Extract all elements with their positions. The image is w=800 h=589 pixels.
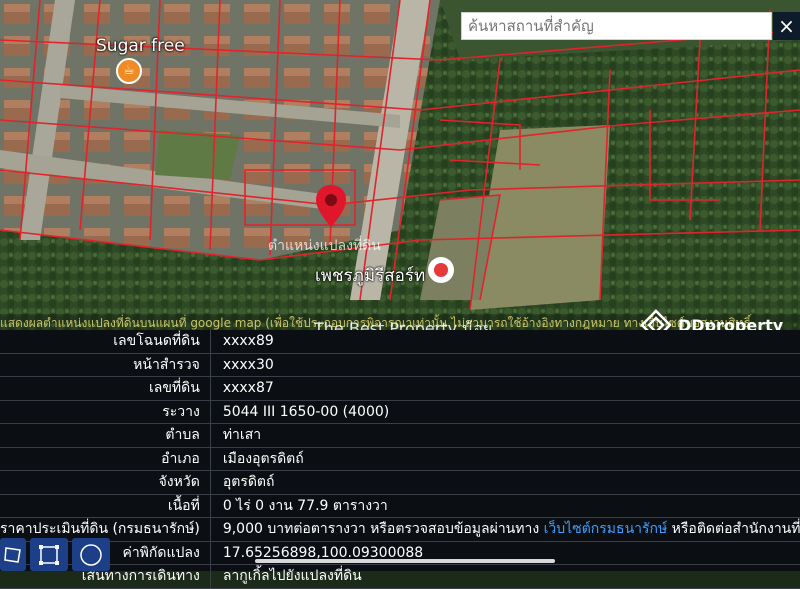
table-row: หน้าสำรวจ xxxx30 (0, 353, 800, 377)
circle-tool-button[interactable] (72, 538, 110, 571)
parcel-location-label: ตำแหน่งแปลงที่ดิน (268, 238, 381, 254)
drawing-toolbar (0, 538, 110, 571)
brand-name: DDproperty (678, 315, 784, 331)
info-value: 9,000 บาทต่อตารางวา หรือตรวจสอบข้อมูลผ่า… (210, 517, 800, 542)
hotel-icon[interactable] (428, 257, 454, 283)
ddproperty-logo-icon (640, 309, 672, 330)
table-row: เนื้อที่ 0 ไร่ 0 งาน 77.9 ตารางวา (0, 494, 800, 518)
info-label: ระวาง (0, 400, 211, 424)
rectangle-tool-button[interactable] (30, 538, 68, 571)
table-row: อำเภอ เมืองอุตรดิตถ์ (0, 447, 800, 471)
table-row: ตำบล ท่าเสา (0, 423, 800, 448)
cafe-icon[interactable]: ☕ (116, 58, 142, 84)
info-value: เมืองอุตรดิตถ์ (210, 447, 800, 471)
rectangle-icon (39, 544, 59, 565)
search-input[interactable] (461, 12, 772, 40)
info-label: ตำบล (0, 423, 211, 448)
close-icon[interactable]: × (773, 12, 800, 40)
info-label: เนื้อที่ (0, 494, 211, 518)
info-value: 0 ไร่ 0 งาน 77.9 ตารางวา (210, 494, 800, 518)
route-link[interactable]: ลากูเกิ้ลไปยังแปลงที่ดิน (210, 564, 800, 589)
horizontal-scrollbar[interactable] (255, 559, 555, 563)
info-label: หน้าสำรวจ (0, 353, 211, 377)
table-row: ราคาประเมินที่ดิน (กรมธนารักษ์) 9,000 บา… (0, 517, 800, 542)
info-value: xxxx30 (210, 353, 800, 377)
location-pin-icon[interactable] (313, 183, 349, 229)
brand-logo: DDproperty (640, 308, 783, 330)
info-label: เลขโฉนดที่ดิน (0, 330, 211, 354)
circle-icon (80, 543, 102, 566)
table-row: เลขที่ดิน xxxx87 (0, 376, 800, 401)
treasury-link[interactable]: เว็บไซต์กรมธนารักษ์ (544, 521, 668, 537)
info-label: เลขที่ดิน (0, 376, 211, 401)
info-label: จังหวัด (0, 470, 211, 495)
polygon-tool-button[interactable] (0, 538, 26, 571)
table-row: เลขโฉนดที่ดิน xxxx89 (0, 330, 800, 354)
info-value: ท่าเสา (210, 423, 800, 448)
info-value: xxxx89 (210, 330, 800, 354)
info-value: อุตรดิตถ์ (210, 470, 800, 495)
info-value: 5044 III 1650-00 (4000) (210, 400, 800, 424)
map-view[interactable]: Sugar free ☕ ตำแหน่งแปลงที่ดิน เพชรภูมิร… (0, 0, 800, 330)
table-row: เส้นทางการเดินทาง ลากูเกิ้ลไปยังแปลงที่ด… (0, 564, 800, 589)
watermark-text: The Best Property น้อย (314, 319, 493, 330)
table-row: ระวาง 5044 III 1650-00 (4000) (0, 400, 800, 424)
info-value: xxxx87 (210, 376, 800, 401)
info-label: อำเภอ (0, 447, 211, 471)
parcel-info-table: เลขโฉนดที่ดิน xxxx89 หน้าสำรวจ xxxx30 เลขที่… (0, 330, 800, 589)
parcel-info-panel: เลขโฉนดที่ดิน xxxx89 หน้าสำรวจ xxxx30 เลขที่… (0, 330, 800, 589)
poi-cafe-label[interactable]: Sugar free (96, 36, 185, 56)
table-row: จังหวัด อุตรดิตถ์ (0, 470, 800, 495)
polygon-icon (4, 546, 21, 563)
price-suffix: หรือติดต่อสำนักงานที่ดิน (671, 521, 800, 538)
price-value: 9,000 บาทต่อตารางวา หรือตรวจสอบข้อมูลผ่า… (222, 521, 544, 538)
poi-resort-label[interactable]: เพชรภูมิรีสอร์ท (315, 262, 425, 289)
